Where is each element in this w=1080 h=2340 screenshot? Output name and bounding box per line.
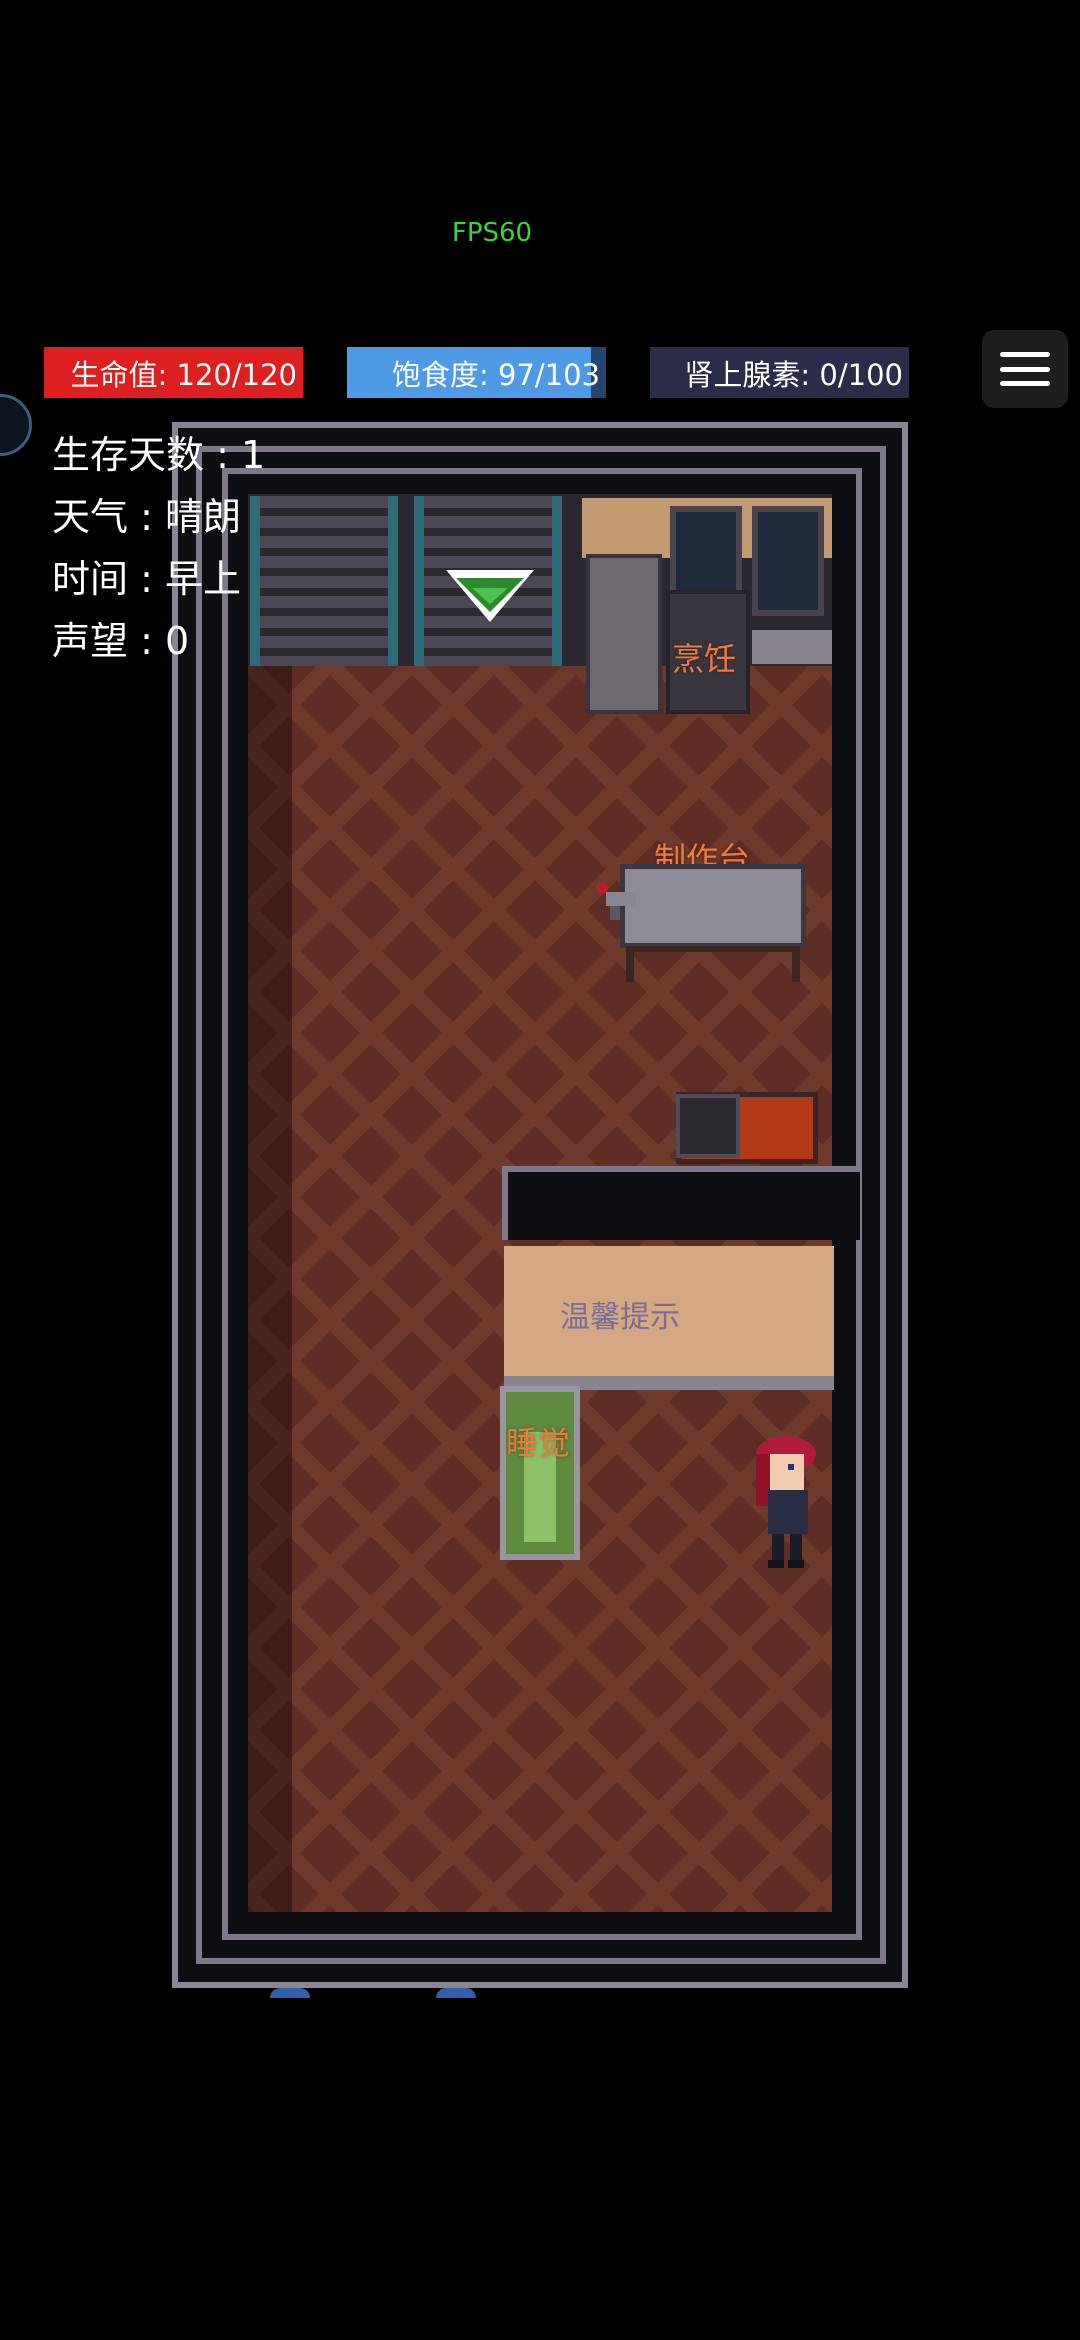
sleep-label: 睡觉 — [506, 1424, 571, 1462]
counter-top — [752, 630, 832, 664]
time-of-day: 时间 : 早上 — [52, 557, 241, 601]
vise-icon — [596, 882, 636, 920]
menu-button[interactable] — [982, 330, 1068, 408]
bottom-marker-left — [270, 1988, 310, 1998]
adrenaline-label: 肾上腺素: 0/100 — [684, 357, 903, 392]
floor-shadow — [248, 664, 292, 1912]
window-right — [752, 506, 824, 616]
crafting-table-legs — [626, 946, 800, 982]
refrigerator[interactable] — [586, 554, 662, 714]
health-bar: 生命值: 120/120 — [44, 347, 303, 398]
adrenaline-bar: 肾上腺素: 0/100 — [650, 347, 909, 398]
side-circle-button[interactable] — [0, 394, 32, 456]
survival-days: 生存天数 : 1 — [52, 433, 266, 477]
game-screen: FPS60 生命值: 120/120 饱食度: 97/103 肾上腺素: 0/1… — [0, 0, 1080, 2340]
tips-label: 温馨提示 — [560, 1300, 680, 1335]
player-character — [756, 1436, 816, 1568]
satiety-label: 饱食度: 97/103 — [391, 357, 600, 392]
crafting-table[interactable] — [620, 864, 806, 948]
cooking-label: 烹饪 — [672, 640, 737, 678]
weather: 天气 : 晴朗 — [52, 495, 241, 539]
fps-counter: FPS60 — [451, 218, 533, 248]
down-arrow-marker[interactable] — [442, 564, 538, 628]
bottom-marker-right — [436, 1988, 476, 1998]
staircase-left[interactable] — [250, 496, 398, 666]
room-divider-wall — [502, 1166, 860, 1240]
satiety-bar: 饱食度: 97/103 — [347, 347, 606, 398]
reputation: 声望 : 0 — [52, 619, 190, 663]
hamburger-menu-icon — [1000, 352, 1050, 357]
health-label: 生命值: 120/120 — [70, 357, 298, 392]
device-box[interactable] — [676, 1094, 740, 1158]
bed[interactable] — [500, 1386, 580, 1560]
